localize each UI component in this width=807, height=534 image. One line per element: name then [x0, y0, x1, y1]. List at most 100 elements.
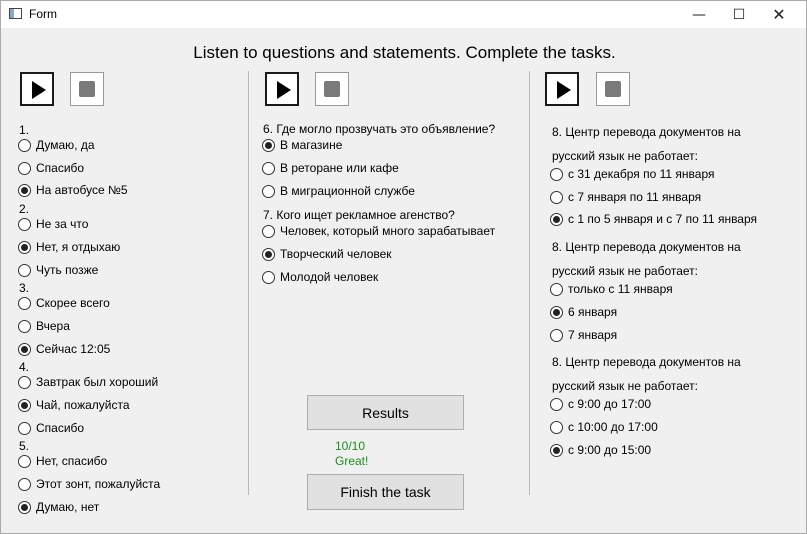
question-text: 6. Где могло прозвучать это объявление?: [263, 122, 496, 136]
radio-indicator[interactable]: [550, 282, 563, 296]
answer-option[interactable]: Человек, который много зарабатывает: [262, 223, 495, 239]
results-button[interactable]: Results: [307, 395, 464, 430]
stop-audio-1-button[interactable]: [70, 72, 104, 106]
answer-option[interactable]: с 9:00 до 15:00: [550, 442, 651, 458]
finish-task-button[interactable]: Finish the task: [307, 474, 464, 510]
radio-indicator[interactable]: [18, 342, 31, 356]
answer-option[interactable]: только с 11 января: [550, 281, 673, 297]
answer-option[interactable]: В реторане или кафе: [262, 160, 399, 176]
answer-label: с 10:00 до 17:00: [568, 420, 658, 434]
play-audio-2-button[interactable]: [265, 72, 299, 106]
answer-option[interactable]: Нет, я отдыхаю: [18, 239, 120, 255]
question-text: русский язык не работает:: [552, 379, 699, 393]
answer-option[interactable]: В миграционной службе: [262, 183, 415, 199]
answer-label: В реторане или кафе: [280, 161, 399, 175]
question-number: 2.: [19, 202, 30, 216]
stop-audio-2-button[interactable]: [315, 72, 349, 106]
answer-label: Нет, спасибо: [36, 454, 108, 468]
stop-audio-3-button[interactable]: [596, 72, 630, 106]
radio-indicator[interactable]: [550, 212, 563, 226]
radio-indicator[interactable]: [262, 270, 275, 284]
play-audio-3-button[interactable]: [545, 72, 579, 106]
answer-label: 6 января: [568, 305, 618, 319]
radio-indicator[interactable]: [262, 161, 275, 175]
question-text: 8. Центр перевода документов на: [552, 240, 741, 254]
answer-option[interactable]: Не за что: [18, 216, 88, 232]
radio-indicator[interactable]: [18, 398, 31, 412]
radio-indicator[interactable]: [262, 138, 275, 152]
answer-option[interactable]: Думаю, нет: [18, 499, 99, 515]
question-number: 4.: [19, 360, 30, 374]
answer-option[interactable]: Этот зонт, пожалуйста: [18, 476, 160, 492]
radio-indicator[interactable]: [262, 184, 275, 198]
radio-indicator[interactable]: [18, 375, 31, 389]
answer-option[interactable]: Спасибо: [18, 160, 84, 176]
radio-indicator[interactable]: [18, 296, 31, 310]
answer-option[interactable]: с 10:00 до 17:00: [550, 419, 658, 435]
radio-indicator[interactable]: [550, 190, 563, 204]
radio-indicator[interactable]: [18, 319, 31, 333]
answer-label: Думаю, да: [36, 138, 95, 152]
answer-label: Этот зонт, пожалуйста: [36, 477, 161, 491]
question-text: 8. Центр перевода документов на: [552, 355, 741, 369]
radio-indicator[interactable]: [18, 263, 31, 277]
answer-option[interactable]: с 9:00 до 17:00: [550, 396, 651, 412]
answer-option[interactable]: Думаю, да: [18, 137, 95, 153]
answer-option[interactable]: 6 января: [550, 304, 617, 320]
answer-label: Вчера: [36, 319, 70, 333]
answer-option[interactable]: Молодой человек: [262, 269, 378, 285]
radio-indicator[interactable]: [18, 477, 31, 491]
task-heading: Listen to questions and statements. Comp…: [193, 43, 616, 62]
radio-indicator[interactable]: [18, 138, 31, 152]
radio-indicator[interactable]: [550, 420, 563, 434]
answer-option[interactable]: Скорее всего: [18, 295, 110, 311]
radio-indicator[interactable]: [18, 500, 31, 514]
answer-option[interactable]: 7 января: [550, 327, 617, 343]
radio-indicator[interactable]: [18, 161, 31, 175]
radio-indicator[interactable]: [262, 224, 275, 238]
answer-option[interactable]: Творческий человек: [262, 246, 392, 262]
answer-label: Человек, который много зарабатывает: [280, 224, 496, 238]
radio-indicator[interactable]: [18, 421, 31, 435]
answer-label: Не за что: [36, 217, 89, 231]
radio-indicator[interactable]: [550, 397, 563, 411]
radio-indicator[interactable]: [18, 240, 31, 254]
answer-option[interactable]: с 1 по 5 января и с 7 по 11 января: [550, 211, 757, 227]
answer-label: Думаю, нет: [36, 500, 100, 514]
answer-label: Завтрак был хороший: [36, 375, 159, 389]
answer-option[interactable]: Чай, пожалуйста: [18, 397, 130, 413]
answer-option[interactable]: с 31 декабря по 11 января: [550, 166, 715, 182]
answer-label: Спасибо: [36, 421, 85, 435]
answer-option[interactable]: На автобусе №5: [18, 182, 128, 198]
answer-label: с 31 декабря по 11 января: [568, 167, 715, 181]
answer-option[interactable]: с 7 января по 11 января: [550, 189, 701, 205]
radio-indicator[interactable]: [18, 183, 31, 197]
minimize-button[interactable]: —: [679, 1, 719, 28]
answer-label: Скорее всего: [36, 296, 110, 310]
radio-indicator[interactable]: [550, 305, 563, 319]
answer-option[interactable]: Сейчас 12:05: [18, 341, 110, 357]
play-audio-1-button[interactable]: [20, 72, 54, 106]
answer-label: Чуть позже: [36, 263, 99, 277]
answer-label: с 1 по 5 января и с 7 по 11 января: [568, 212, 758, 226]
radio-indicator[interactable]: [18, 217, 31, 231]
answer-option[interactable]: Спасибо: [18, 420, 84, 436]
radio-indicator[interactable]: [18, 454, 31, 468]
score-text: 10/10: [335, 439, 366, 453]
answer-option[interactable]: Нет, спасибо: [18, 453, 107, 469]
radio-indicator[interactable]: [550, 328, 563, 342]
answer-option[interactable]: Чуть позже: [18, 262, 98, 278]
answer-option[interactable]: Вчера: [18, 318, 70, 334]
radio-indicator[interactable]: [262, 247, 275, 261]
answer-label: В миграционной службе: [280, 184, 415, 198]
question-text: 8. Центр перевода документов на: [552, 125, 741, 139]
radio-indicator[interactable]: [550, 167, 563, 181]
form-window: Form — ☐ ✕ Listen to questions and state…: [0, 0, 807, 534]
close-button[interactable]: ✕: [759, 1, 799, 28]
title-bar[interactable]: Form — ☐ ✕: [1, 1, 806, 28]
answer-option[interactable]: В магазине: [262, 137, 342, 153]
maximize-button[interactable]: ☐: [719, 1, 759, 28]
answer-option[interactable]: Завтрак был хороший: [18, 374, 158, 390]
radio-indicator[interactable]: [550, 443, 563, 457]
app-window-icon: [9, 8, 22, 19]
